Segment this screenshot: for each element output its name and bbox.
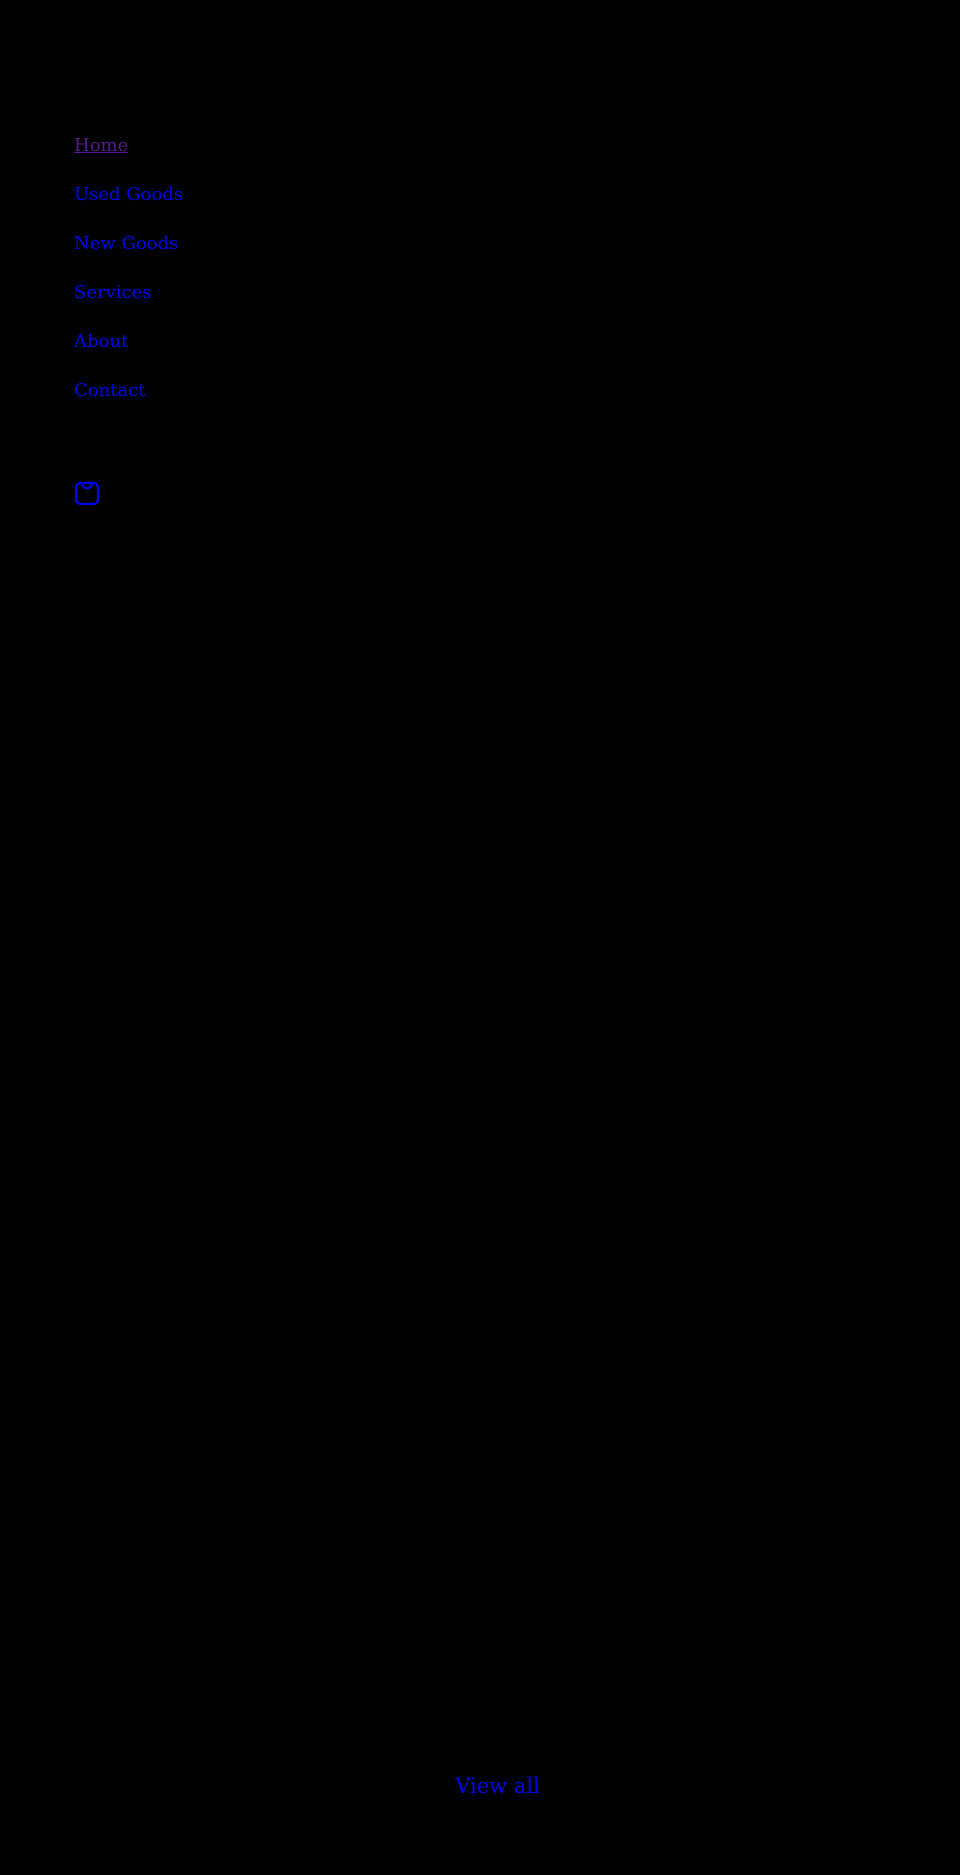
nav-item-new-goods: New Goods: [74, 230, 183, 279]
nav-link-home[interactable]: Home: [74, 135, 128, 156]
shopping-bag-icon: [74, 481, 100, 506]
nav-link-used-goods[interactable]: Used Goods: [74, 184, 183, 205]
cart-button[interactable]: [74, 480, 100, 506]
nav-item-home: Home: [74, 132, 183, 181]
nav-item-services: Services: [74, 279, 183, 328]
nav-link-about[interactable]: About: [74, 331, 128, 352]
nav-link-services[interactable]: Services: [74, 282, 151, 303]
nav-item-used-goods: Used Goods: [74, 181, 183, 230]
nav-item-contact: Contact: [74, 377, 183, 426]
nav-link-new-goods[interactable]: New Goods: [74, 233, 178, 254]
nav-item-about: About: [74, 328, 183, 377]
nav-link-contact[interactable]: Contact: [74, 380, 145, 401]
nav-list: Home Used Goods New Goods Services About…: [74, 132, 183, 426]
view-all-link[interactable]: View all: [0, 1774, 960, 1798]
